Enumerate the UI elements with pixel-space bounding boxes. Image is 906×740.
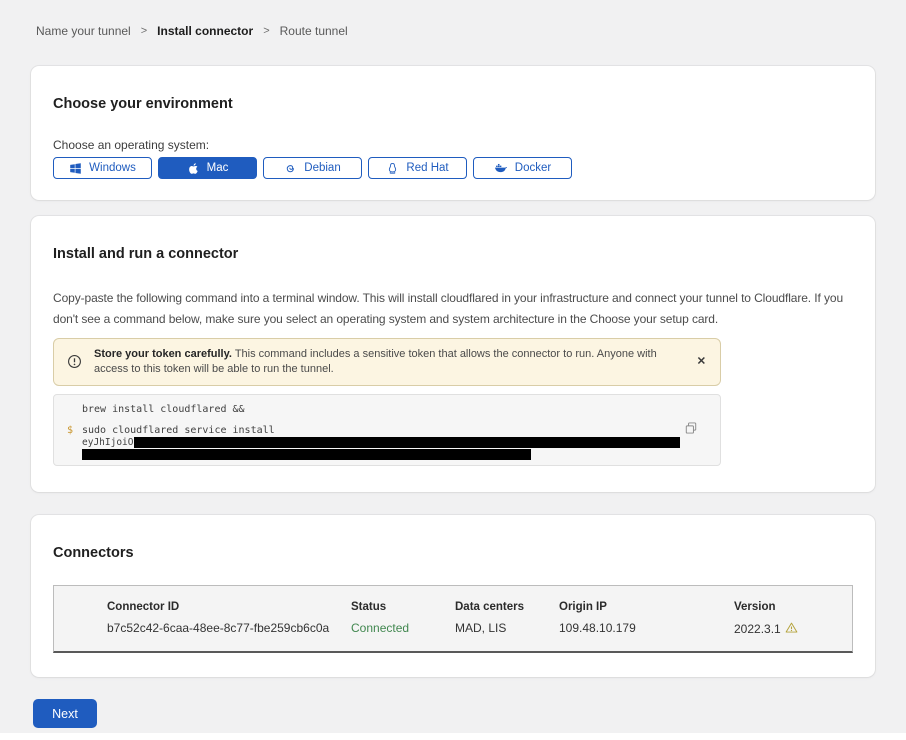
os-select-label: Choose an operating system: — [53, 138, 853, 153]
environment-card: Choose your environment Choose an operat… — [31, 66, 875, 200]
token-redaction-bar — [134, 437, 680, 448]
connectors-card-title: Connectors — [53, 545, 853, 561]
cell-origin-ip: 109.48.10.179 — [559, 621, 734, 638]
connectors-table: Connector ID Status Data centers Origin … — [53, 585, 853, 653]
code-line-install: sudo cloudflared service install — [82, 425, 720, 437]
install-card-title: Install and run a connector — [53, 246, 853, 262]
breadcrumb-separator: > — [263, 24, 269, 38]
os-button-label: Docker — [515, 162, 551, 174]
breadcrumb-step-route-tunnel[interactable]: Route tunnel — [280, 24, 348, 38]
breadcrumb-step-name-your-tunnel[interactable]: Name your tunnel — [36, 24, 131, 38]
header-version: Version — [734, 600, 842, 614]
redhat-icon — [386, 162, 399, 175]
version-warning-icon — [785, 621, 798, 638]
os-button-label: Debian — [304, 162, 340, 174]
token-prefix: eyJhIjoiO — [82, 437, 133, 448]
header-connector-id: Connector ID — [107, 600, 351, 614]
shell-prompt: $ — [67, 425, 73, 437]
install-card-description: Copy-paste the following command into a … — [53, 288, 851, 330]
apple-icon — [187, 162, 200, 175]
connectors-table-header: Connector ID Status Data centers Origin … — [107, 600, 842, 614]
header-origin-ip: Origin IP — [559, 600, 734, 614]
bottom-page-edge — [0, 733, 906, 740]
copy-icon[interactable] — [682, 419, 700, 440]
environment-card-title: Choose your environment — [53, 96, 853, 112]
os-button-mac[interactable]: Mac — [158, 157, 257, 179]
cell-data-centers: MAD, LIS — [455, 621, 559, 638]
token-warning-text: Store your token carefully. This command… — [94, 347, 686, 377]
breadcrumb-step-install-connector[interactable]: Install connector — [157, 24, 253, 38]
token-redaction-bar — [82, 449, 531, 460]
os-button-label: Mac — [207, 162, 229, 174]
breadcrumb: Name your tunnel > Install connector > R… — [0, 0, 906, 38]
connectors-card: Connectors Connector ID Status Data cent… — [31, 515, 875, 677]
os-button-label: Red Hat — [406, 162, 448, 174]
os-button-docker[interactable]: Docker — [473, 157, 572, 179]
debian-icon — [284, 162, 297, 175]
os-button-debian[interactable]: Debian — [263, 157, 362, 179]
alert-circle-icon — [67, 354, 82, 374]
token-warning-banner: Store your token carefully. This command… — [53, 338, 721, 386]
code-line-brew: brew install cloudflared && — [82, 404, 720, 416]
table-row: b7c52c42-6caa-48ee-8c77-fbe259cb6c0a Con… — [107, 621, 842, 638]
cell-connector-id: b7c52c42-6caa-48ee-8c77-fbe259cb6c0a — [107, 621, 351, 638]
status-badge: Connected — [351, 621, 455, 638]
header-status: Status — [351, 600, 455, 614]
os-button-group: Windows Mac Debian Red Hat Docker — [53, 157, 853, 179]
close-icon[interactable]: ✕ — [693, 353, 710, 372]
windows-icon — [69, 162, 82, 175]
breadcrumb-separator: > — [141, 24, 147, 38]
next-button[interactable]: Next — [33, 699, 97, 728]
os-button-windows[interactable]: Windows — [53, 157, 152, 179]
token-line: eyJhIjoiO — [82, 437, 720, 449]
token-warning-title: Store your token carefully. — [94, 348, 232, 360]
docker-icon — [494, 161, 508, 175]
os-button-redhat[interactable]: Red Hat — [368, 157, 467, 179]
cell-version: 2022.3.1 — [734, 621, 842, 638]
install-command-code-block: brew install cloudflared && $ sudo cloud… — [53, 394, 721, 466]
install-connector-card: Install and run a connector Copy-paste t… — [31, 216, 875, 492]
header-data-centers: Data centers — [455, 600, 559, 614]
os-button-label: Windows — [89, 162, 136, 174]
